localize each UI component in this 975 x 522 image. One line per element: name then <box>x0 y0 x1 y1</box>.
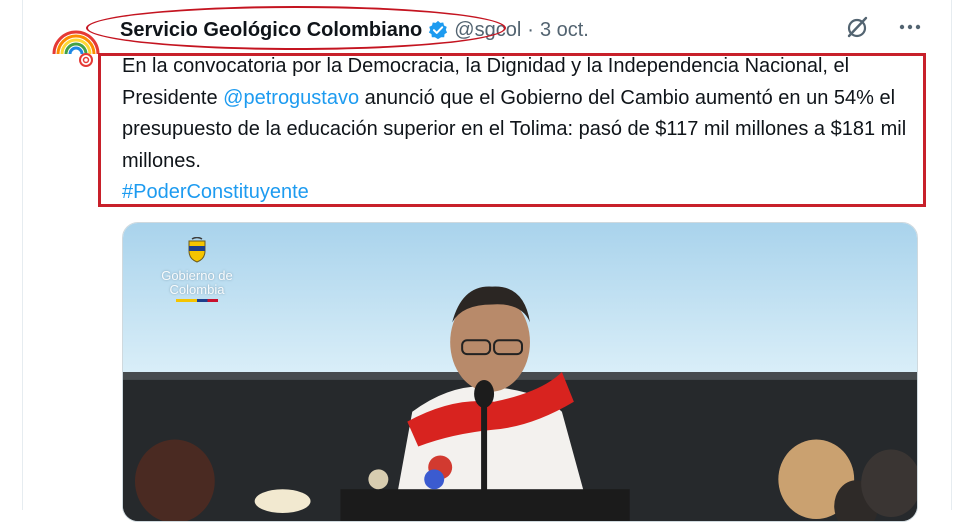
text-highlight-box <box>98 53 926 207</box>
tweet-actions <box>845 14 923 40</box>
avatar[interactable] <box>50 18 102 70</box>
flag-bar <box>176 299 218 302</box>
more-icon[interactable] <box>897 14 923 40</box>
tweet-media[interactable]: Gobierno de Colombia <box>122 222 918 522</box>
gov-logo-line1: Gobierno de <box>161 268 233 283</box>
author-handle[interactable]: @sgcol <box>454 19 521 42</box>
tweet-date[interactable]: 3 oct. <box>540 19 589 42</box>
verified-badge-icon <box>429 20 448 40</box>
media-photo <box>123 223 917 521</box>
tweet-header: Servicio Geológico Colombiano @sgcol · 3… <box>120 16 589 44</box>
crest-icon <box>188 237 206 263</box>
gov-logo-line2: Colombia <box>169 282 225 297</box>
grok-icon[interactable] <box>845 14 871 40</box>
author-name[interactable]: Servicio Geológico Colombiano <box>120 19 422 42</box>
separator-dot: · <box>527 18 534 41</box>
gov-colombia-logo: Gobierno de Colombia <box>157 237 237 302</box>
